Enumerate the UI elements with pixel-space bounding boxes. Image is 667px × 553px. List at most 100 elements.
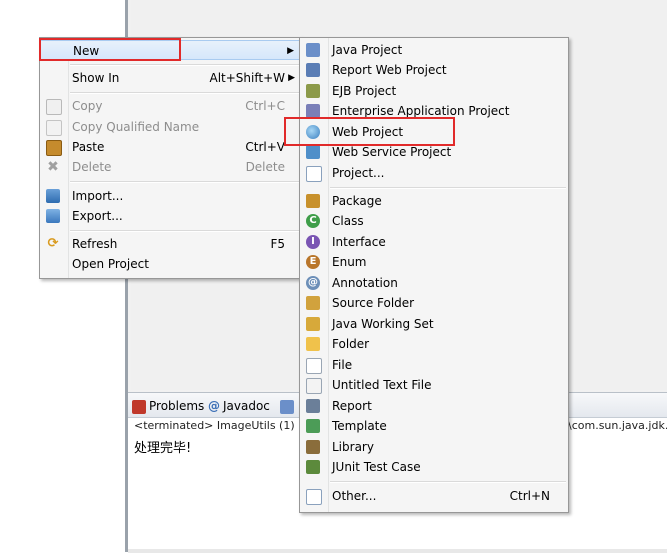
template-icon [306, 419, 320, 433]
submenu-item-label: Interface [332, 235, 386, 249]
submenu-item-label: Annotation [332, 276, 398, 290]
submenu-item-label: Project... [332, 166, 385, 180]
submenu-item-package[interactable]: Package [300, 191, 568, 211]
tab-javadoc[interactable]: @ Javadoc [208, 397, 270, 415]
submenu-item-ejb-project[interactable]: EJB Project [300, 81, 568, 101]
submenu-item-label: Class [332, 214, 364, 228]
menu-item-refresh-label: Refresh [72, 237, 118, 251]
menu-item-delete-label: Delete [72, 160, 112, 174]
copy-qualified-icon [46, 120, 62, 136]
submenu-item-class[interactable]: C Class [300, 211, 568, 231]
submenu-item-web-service-project[interactable]: Web Service Project [300, 142, 568, 162]
report-web-project-icon [306, 63, 320, 77]
menu-item-copy-label: Copy [72, 99, 103, 113]
junit-icon [306, 460, 320, 474]
submenu-item-annotation[interactable]: @ Annotation [300, 273, 568, 293]
submenu-item-untitled-text-file[interactable]: Untitled Text File [300, 375, 568, 395]
report-icon [306, 399, 320, 413]
menu-separator [70, 230, 299, 232]
submenu-item-label: Report Web Project [332, 63, 447, 77]
menu-item-paste[interactable]: Paste Ctrl+V [40, 137, 301, 157]
interface-icon: I [306, 235, 320, 249]
web-service-project-icon [306, 145, 320, 159]
menu-item-new-label: New [73, 44, 100, 58]
submenu-item-report-web-project[interactable]: Report Web Project [300, 60, 568, 80]
submenu-item-other[interactable]: Other... Ctrl+N [300, 486, 568, 506]
submenu-item-label: Other... [332, 489, 377, 503]
class-icon: C [306, 214, 320, 228]
menu-item-show-in-label: Show In [72, 71, 120, 85]
menu-item-copy-qualified-name-label: Copy Qualified Name [72, 120, 200, 134]
enterprise-app-icon [306, 104, 320, 118]
menu-item-refresh-shortcut: F5 [270, 237, 285, 251]
javadoc-icon: @ [208, 399, 220, 413]
tab-problems-label: Problems [149, 399, 205, 413]
menu-item-show-in-shortcut: Alt+Shift+W [209, 71, 286, 85]
submenu-item-java-project[interactable]: Java Project [300, 40, 568, 60]
submenu-item-source-folder[interactable]: Source Folder [300, 293, 568, 313]
submenu-item-file[interactable]: File [300, 355, 568, 375]
submenu-item-project[interactable]: Project... [300, 163, 568, 183]
submenu-item-label: Enterprise Application Project [332, 104, 510, 118]
ejb-project-icon [306, 84, 320, 98]
submenu-item-interface[interactable]: I Interface [300, 232, 568, 252]
submenu-item-web-project[interactable]: Web Project [300, 122, 568, 142]
submenu-item-label: Java Working Set [332, 317, 434, 331]
refresh-icon: ⟳ [47, 236, 59, 251]
text-file-icon [306, 378, 322, 394]
new-submenu: Java Project Report Web Project EJB Proj… [299, 37, 569, 513]
menu-item-copy[interactable]: Copy Ctrl+C [40, 96, 301, 116]
project-icon [306, 166, 322, 182]
submenu-arrow-icon: ▶ [287, 46, 294, 56]
library-icon [306, 440, 320, 454]
problems-icon [132, 399, 146, 414]
submenu-item-label: Package [332, 194, 382, 208]
menu-item-delete[interactable]: ✖ Delete Delete [40, 157, 301, 177]
submenu-item-library[interactable]: Library [300, 437, 568, 457]
submenu-item-label: Library [332, 440, 374, 454]
menu-item-paste-label: Paste [72, 140, 105, 154]
console-output: 处理完毕! [134, 441, 192, 456]
submenu-item-label: File [332, 358, 353, 372]
submenu-item-label: Folder [332, 337, 370, 351]
menu-item-export-label: Export... [72, 209, 123, 223]
menu-item-show-in[interactable]: Show In Alt+Shift+W ▶ [40, 68, 301, 88]
menu-item-open-project-label: Open Project [72, 257, 149, 271]
submenu-item-label: Source Folder [332, 296, 415, 310]
file-icon [306, 358, 322, 374]
menu-item-refresh[interactable]: ⟳ Refresh F5 [40, 234, 301, 254]
menu-separator [330, 481, 566, 483]
console-scrollbar[interactable] [128, 549, 667, 553]
paste-icon [46, 140, 62, 156]
submenu-item-java-working-set[interactable]: Java Working Set [300, 314, 568, 334]
menu-item-import[interactable]: Import... [40, 186, 301, 206]
menu-item-paste-shortcut: Ctrl+V [245, 140, 285, 154]
submenu-item-junit-test-case[interactable]: JUnit Test Case [300, 457, 568, 477]
menu-item-export[interactable]: Export... [40, 206, 301, 226]
submenu-item-label: Template [332, 419, 387, 433]
package-icon [306, 194, 320, 208]
menu-separator [70, 181, 299, 183]
submenu-item-label: Java Project [332, 43, 403, 57]
annotation-icon: @ [306, 276, 320, 290]
context-menu: New ▶ Show In Alt+Shift+W ▶ Copy Ctrl+C … [39, 37, 302, 279]
tab-problems[interactable]: Problems [132, 397, 204, 415]
submenu-item-template[interactable]: Template [300, 416, 568, 436]
menu-item-new[interactable]: New ▶ [40, 40, 301, 60]
folder-icon [306, 337, 320, 351]
delete-icon: ✖ [47, 159, 59, 175]
submenu-item-label: JUnit Test Case [332, 460, 421, 474]
tab-declaration[interactable] [280, 397, 297, 415]
submenu-item-report[interactable]: Report [300, 396, 568, 416]
web-project-icon [306, 125, 320, 139]
menu-item-import-label: Import... [72, 189, 124, 203]
other-icon [306, 489, 322, 505]
menu-item-open-project[interactable]: Open Project [40, 254, 301, 274]
menu-item-copy-qualified-name[interactable]: Copy Qualified Name [40, 117, 301, 137]
declaration-icon [280, 399, 294, 414]
submenu-item-folder[interactable]: Folder [300, 334, 568, 354]
menu-separator [330, 187, 566, 189]
submenu-item-enum[interactable]: E Enum [300, 252, 568, 272]
submenu-item-enterprise-application-project[interactable]: Enterprise Application Project [300, 101, 568, 121]
submenu-item-label: Untitled Text File [332, 378, 432, 392]
